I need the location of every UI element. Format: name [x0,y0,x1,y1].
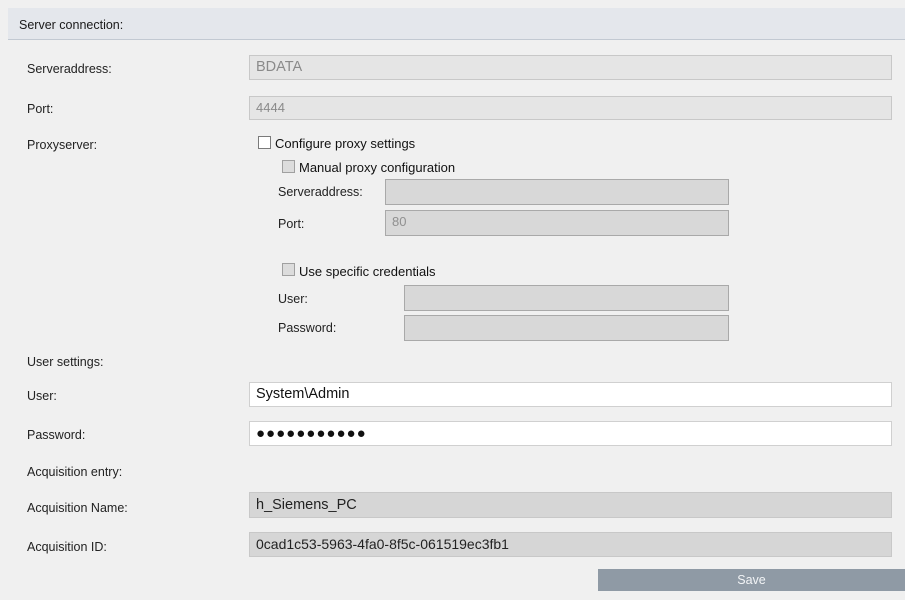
save-button[interactable]: Save [598,569,905,591]
acquisition-id-label: Acquisition ID: [27,540,107,554]
configure-proxy-checkbox[interactable] [258,136,271,149]
configure-proxy-label: Configure proxy settings [275,136,416,151]
proxy-user-field[interactable] [404,285,729,311]
server-port-label: Port: [27,102,54,116]
proxy-password-label: Password: [278,321,337,335]
proxyserver-label: Proxyserver: [27,138,98,152]
server-connection-title: Server connection: [19,18,124,32]
manual-proxy-label: Manual proxy configuration [299,160,456,175]
user-label: User: [27,389,57,403]
proxy-address-label: Serveraddress: [278,185,363,199]
server-address-label: Serveraddress: [27,62,112,76]
manual-proxy-checkbox[interactable] [282,160,295,173]
acquisition-name-field: h_Siemens_PC [249,492,892,518]
acquisition-entry-title: Acquisition entry: [27,465,123,479]
proxy-port-label: Port: [278,217,305,231]
user-settings-title: User settings: [27,355,104,369]
proxy-user-label: User: [278,292,308,306]
use-credentials-label: Use specific credentials [299,264,436,279]
server-connection-header: Server connection: [8,8,905,40]
use-credentials-checkbox[interactable] [282,263,295,276]
password-label: Password: [27,428,86,442]
proxy-port-field[interactable]: 80 [385,210,729,236]
proxy-password-field[interactable] [404,315,729,341]
server-port-field[interactable]: 4444 [249,96,892,120]
acquisition-id-field: 0cad1c53-5963-4fa0-8f5c-061519ec3fb1 [249,532,892,557]
server-address-field[interactable]: BDATA [249,55,892,80]
password-field[interactable]: ●●●●●●●●●●● [249,421,892,446]
user-field[interactable]: System\Admin [249,382,892,407]
acquisition-name-label: Acquisition Name: [27,501,128,515]
proxy-address-field[interactable] [385,179,729,205]
